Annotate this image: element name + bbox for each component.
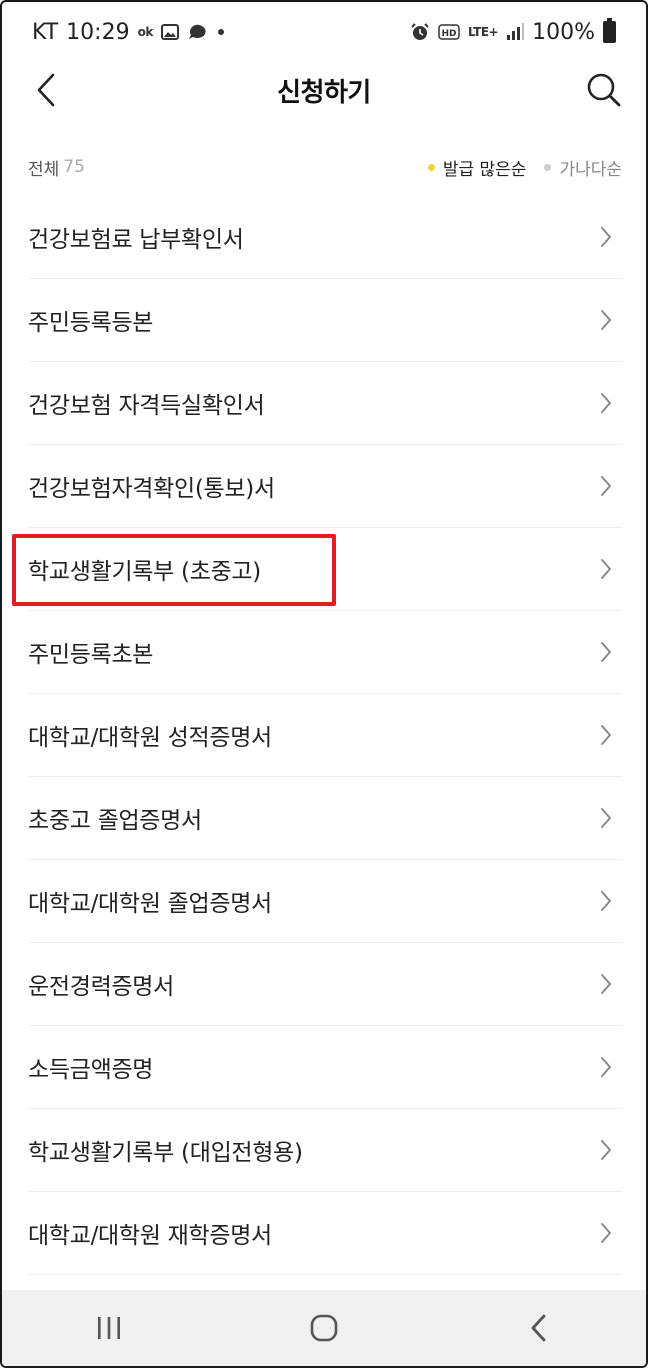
list-item[interactable]: 초중고 졸업증명서 <box>28 777 622 860</box>
search-icon <box>587 73 621 107</box>
chevron-right-icon <box>601 559 611 579</box>
list-item[interactable]: 주민등록초본 <box>28 611 622 694</box>
document-list: 건강보험료 납부확인서 주민등록등본 건강보험 자격득실확인서 건강보험자격확인… <box>28 196 622 1275</box>
notification-dot-icon <box>217 28 225 36</box>
status-right: HD LTE+ 100% <box>410 18 616 45</box>
total-count: 75 <box>63 157 85 177</box>
chevron-right-icon <box>601 227 611 247</box>
signal-icon <box>506 23 525 41</box>
home-button[interactable] <box>294 1298 354 1358</box>
list-item-label: 학교생활기록부 (초중고) <box>28 559 261 585</box>
app-header: 신청하기 <box>2 62 646 118</box>
sort-option-alphabetical[interactable]: 가나다순 <box>544 155 622 180</box>
list-item[interactable]: 대학교/대학원 졸업증명서 <box>28 860 622 943</box>
chevron-right-icon <box>601 974 611 994</box>
inactive-dot-icon <box>544 163 552 171</box>
sort-option-label: 발급 많은순 <box>442 159 527 180</box>
back-button[interactable] <box>24 68 68 112</box>
list-item-label: 대학교/대학원 재학증명서 <box>28 1223 272 1249</box>
list-item-label: 건강보험자격확인(통보)서 <box>28 476 275 502</box>
chevron-right-icon <box>601 476 611 496</box>
list-item-highlighted[interactable]: 학교생활기록부 (초중고) <box>28 528 622 611</box>
list-item-label: 주민등록등본 <box>28 310 154 336</box>
chevron-right-icon <box>601 642 611 662</box>
battery-icon <box>603 18 616 43</box>
status-left: KT 10:29 ok <box>32 20 225 45</box>
list-item[interactable]: 학교생활기록부 (대입전형용) <box>28 1109 622 1192</box>
list-item-label: 대학교/대학원 졸업증명서 <box>28 891 272 917</box>
network-type-label: LTE+ <box>467 25 499 39</box>
clock: 10:29 <box>66 19 130 45</box>
chevron-right-icon <box>601 1140 611 1160</box>
total-label: 전체 <box>28 159 60 180</box>
list-item-label: 건강보험 자격득실확인서 <box>28 393 265 419</box>
alarm-icon <box>410 22 430 42</box>
list-item-label: 운전경력증명서 <box>28 974 175 1000</box>
list-item[interactable]: 대학교/대학원 재학증명서 <box>28 1192 622 1275</box>
list-item-label: 건강보험료 납부확인서 <box>28 227 244 253</box>
chevron-right-icon <box>601 808 611 828</box>
list-item[interactable]: 건강보험자격확인(통보)서 <box>28 445 622 528</box>
chevron-right-icon <box>601 1223 611 1243</box>
list-item-label: 대학교/대학원 성적증명서 <box>28 725 272 751</box>
page-title: 신청하기 <box>277 77 371 108</box>
carrier-label: KT <box>32 19 59 45</box>
chevron-right-icon <box>601 310 611 330</box>
list-item[interactable]: 건강보험 자격득실확인서 <box>28 362 622 445</box>
chevron-right-icon <box>601 1057 611 1077</box>
ok-icon: ok <box>137 25 154 39</box>
back-arrow-icon <box>531 1314 546 1342</box>
filter-row: 전체 75 발급 많은순 가나다순 <box>28 150 622 184</box>
search-button[interactable] <box>582 68 626 112</box>
list-item[interactable]: 건강보험료 납부확인서 <box>28 196 622 279</box>
status-bar: KT 10:29 ok HD LTE+ 100% <box>2 2 646 62</box>
list-item[interactable]: 소득금액증명 <box>28 1026 622 1109</box>
list-item-label: 주민등록초본 <box>28 642 154 668</box>
hd-icon: HD <box>438 24 460 40</box>
home-icon <box>310 1314 338 1342</box>
recent-apps-icon <box>98 1317 121 1339</box>
list-item-label: 초중고 졸업증명서 <box>28 808 202 834</box>
list-item[interactable]: 주민등록등본 <box>28 279 622 362</box>
chevron-left-icon <box>37 73 55 107</box>
active-dot-icon <box>427 163 435 171</box>
list-item[interactable]: 대학교/대학원 성적증명서 <box>28 694 622 777</box>
system-nav-bar <box>2 1290 646 1366</box>
phone-screen: KT 10:29 ok HD LTE+ 100% 신청하기 전체 75 발급 많… <box>0 0 648 1368</box>
chevron-right-icon <box>601 393 611 413</box>
list-item-label: 소득금액증명 <box>28 1057 154 1083</box>
recent-apps-button[interactable] <box>79 1298 139 1358</box>
image-icon <box>160 24 179 40</box>
chevron-right-icon <box>601 725 611 745</box>
battery-percent: 100% <box>532 19 595 45</box>
sort-option-popular[interactable]: 발급 많은순 <box>427 155 527 180</box>
chevron-right-icon <box>601 891 611 911</box>
list-item[interactable]: 운전경력증명서 <box>28 943 622 1026</box>
system-back-button[interactable] <box>509 1298 569 1358</box>
sort-option-label: 가나다순 <box>559 159 622 180</box>
list-item-label: 학교생활기록부 (대입전형용) <box>28 1140 303 1166</box>
svg-text:HD: HD <box>441 29 456 39</box>
sort-options: 발급 많은순 가나다순 <box>427 155 622 180</box>
chat-app-icon <box>187 23 209 41</box>
